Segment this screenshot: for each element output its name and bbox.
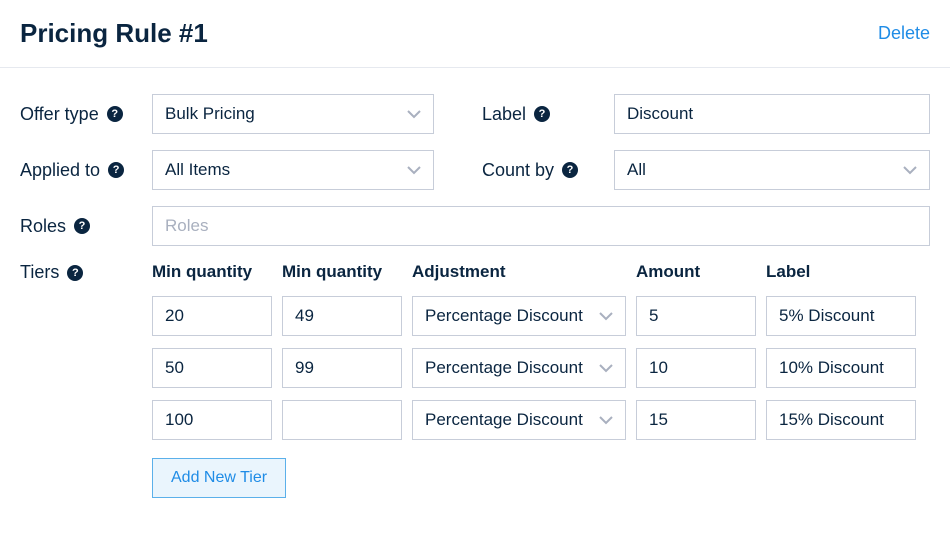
tier-adjustment-select[interactable]: Percentage Discount xyxy=(412,348,626,388)
tier-amount-input[interactable]: 15 xyxy=(636,400,756,440)
tier-min1-value: 100 xyxy=(165,410,193,430)
row-applied-count: Applied to ? All Items Count by ? All xyxy=(20,150,930,190)
count-by-select[interactable]: All xyxy=(614,150,930,190)
tier-adjustment-select[interactable]: Percentage Discount xyxy=(412,296,626,336)
tier-amount-input[interactable]: 10 xyxy=(636,348,756,388)
rule-label-value: Discount xyxy=(627,104,693,124)
applied-to-label: Applied to xyxy=(20,160,100,181)
tier-label-input[interactable]: 10% Discount xyxy=(766,348,916,388)
tier-row: 20 49 Percentage Discount 5 5% Discount xyxy=(152,296,930,336)
tier-adjustment-value: Percentage Discount xyxy=(425,358,583,378)
offer-type-select[interactable]: Bulk Pricing xyxy=(152,94,434,134)
add-new-tier-button[interactable]: Add New Tier xyxy=(152,458,286,498)
count-by-label: Count by xyxy=(482,160,554,181)
help-icon[interactable]: ? xyxy=(74,218,90,234)
tier-amount-input[interactable]: 5 xyxy=(636,296,756,336)
offer-type-value: Bulk Pricing xyxy=(165,104,255,124)
chevron-down-icon xyxy=(407,163,421,177)
delete-link[interactable]: Delete xyxy=(878,23,930,44)
tier-label-value: 15% Discount xyxy=(779,410,884,430)
tier-adjustment-value: Percentage Discount xyxy=(425,410,583,430)
count-by-value: All xyxy=(627,160,646,180)
page-title: Pricing Rule #1 xyxy=(20,18,208,49)
col-amount: Amount xyxy=(636,262,756,282)
tier-min1-input[interactable]: 20 xyxy=(152,296,272,336)
tier-min2-input[interactable] xyxy=(282,400,402,440)
applied-to-value: All Items xyxy=(165,160,230,180)
row-offer-label: Offer type ? Bulk Pricing Label ? Discou… xyxy=(20,94,930,134)
tier-label-value: 10% Discount xyxy=(779,358,884,378)
chevron-down-icon xyxy=(599,413,613,427)
roles-placeholder: Roles xyxy=(165,216,208,236)
tier-label-value: 5% Discount xyxy=(779,306,874,326)
tier-row: 50 99 Percentage Discount 10 10% Discoun… xyxy=(152,348,930,388)
chevron-down-icon xyxy=(407,107,421,121)
col-label: Label xyxy=(766,262,916,282)
offer-type-label: Offer type xyxy=(20,104,99,125)
tier-row: 100 Percentage Discount 15 15% Discount xyxy=(152,400,930,440)
rule-label-label: Label xyxy=(482,104,526,125)
help-icon[interactable]: ? xyxy=(67,265,83,281)
help-icon[interactable]: ? xyxy=(108,162,124,178)
tier-min2-input[interactable]: 99 xyxy=(282,348,402,388)
col-adjustment: Adjustment xyxy=(412,262,626,282)
help-icon[interactable]: ? xyxy=(534,106,550,122)
tier-min1-input[interactable]: 50 xyxy=(152,348,272,388)
roles-input[interactable]: Roles xyxy=(152,206,930,246)
tier-min1-value: 50 xyxy=(165,358,184,378)
col-min-quantity-1: Min quantity xyxy=(152,262,272,282)
applied-to-select[interactable]: All Items xyxy=(152,150,434,190)
tier-min2-value: 99 xyxy=(295,358,314,378)
tier-min2-input[interactable]: 49 xyxy=(282,296,402,336)
tier-label-input[interactable]: 15% Discount xyxy=(766,400,916,440)
chevron-down-icon xyxy=(599,309,613,323)
tiers-label: Tiers xyxy=(20,262,59,283)
tier-amount-value: 15 xyxy=(649,410,668,430)
chevron-down-icon xyxy=(903,163,917,177)
row-roles: Roles ? Roles xyxy=(20,206,930,246)
col-min-quantity-2: Min quantity xyxy=(282,262,402,282)
tier-adjustment-select[interactable]: Percentage Discount xyxy=(412,400,626,440)
tier-min2-value: 49 xyxy=(295,306,314,326)
tiers-section: Tiers ? Min quantity Min quantity Adjust… xyxy=(20,262,930,498)
tier-adjustment-value: Percentage Discount xyxy=(425,306,583,326)
tier-amount-value: 10 xyxy=(649,358,668,378)
roles-label: Roles xyxy=(20,216,66,237)
tier-min1-input[interactable]: 100 xyxy=(152,400,272,440)
chevron-down-icon xyxy=(599,361,613,375)
help-icon[interactable]: ? xyxy=(107,106,123,122)
tier-amount-value: 5 xyxy=(649,306,658,326)
tier-min1-value: 20 xyxy=(165,306,184,326)
tiers-header: Min quantity Min quantity Adjustment Amo… xyxy=(152,262,930,282)
tier-label-input[interactable]: 5% Discount xyxy=(766,296,916,336)
help-icon[interactable]: ? xyxy=(562,162,578,178)
rule-label-input[interactable]: Discount xyxy=(614,94,930,134)
